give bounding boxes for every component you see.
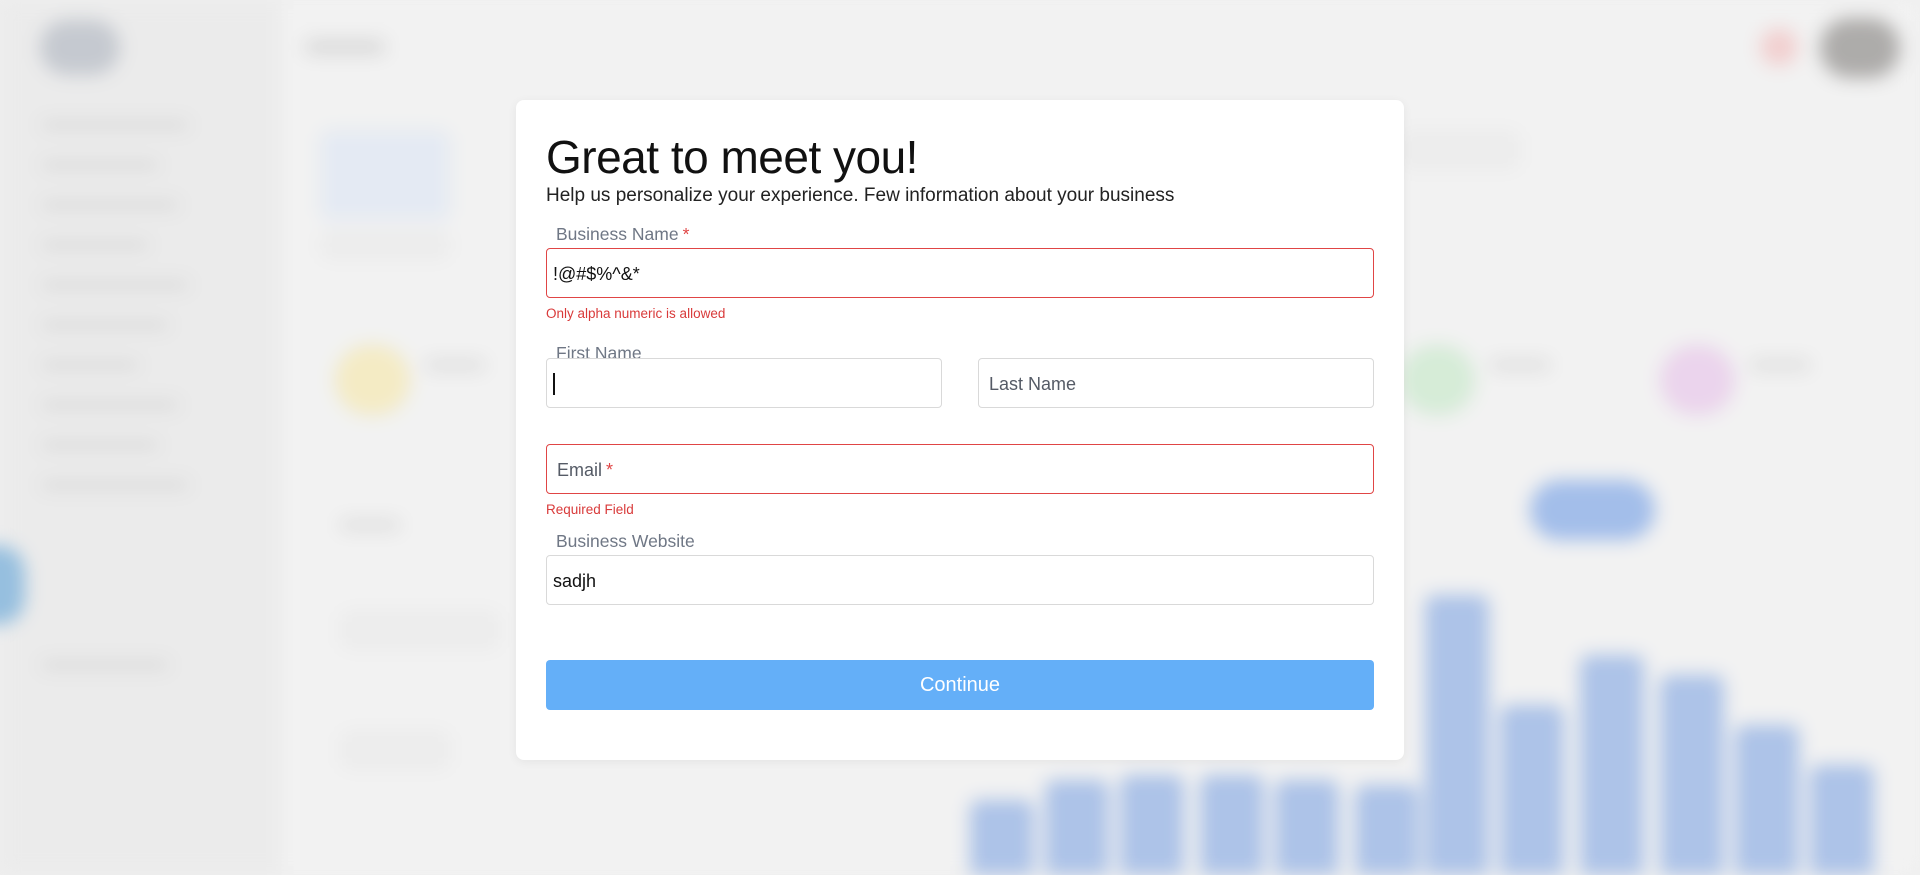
email-placeholder: Email * <box>557 460 613 481</box>
last-name-input[interactable]: Last Name <box>978 358 1374 408</box>
business-name-label-text: Business Name <box>556 224 679 244</box>
first-name-input[interactable] <box>546 358 942 408</box>
onboarding-modal: Great to meet you! Help us personalize y… <box>516 100 1404 760</box>
business-name-error: Only alpha numeric is allowed <box>546 306 726 321</box>
required-asterisk: * <box>682 224 690 244</box>
modal-subtitle: Help us personalize your experience. Few… <box>546 185 1175 206</box>
last-name-placeholder: Last Name <box>989 374 1077 394</box>
business-website-input[interactable]: sadjh <box>546 555 1374 605</box>
text-cursor <box>553 373 555 395</box>
modal-title: Great to meet you! <box>546 131 918 183</box>
email-input[interactable]: Email * <box>546 444 1374 494</box>
business-website-value: sadjh <box>553 571 597 591</box>
continue-button[interactable]: Continue <box>546 660 1374 710</box>
business-name-label: Business Name * <box>556 224 689 245</box>
email-placeholder-text: Email <box>557 460 603 480</box>
business-website-label: Business Website <box>556 531 695 551</box>
business-name-input[interactable]: !@#$%^&* <box>546 248 1374 298</box>
business-name-value: !@#$%^&* <box>553 264 640 284</box>
email-error: Required Field <box>546 502 634 517</box>
required-asterisk: * <box>606 460 614 480</box>
